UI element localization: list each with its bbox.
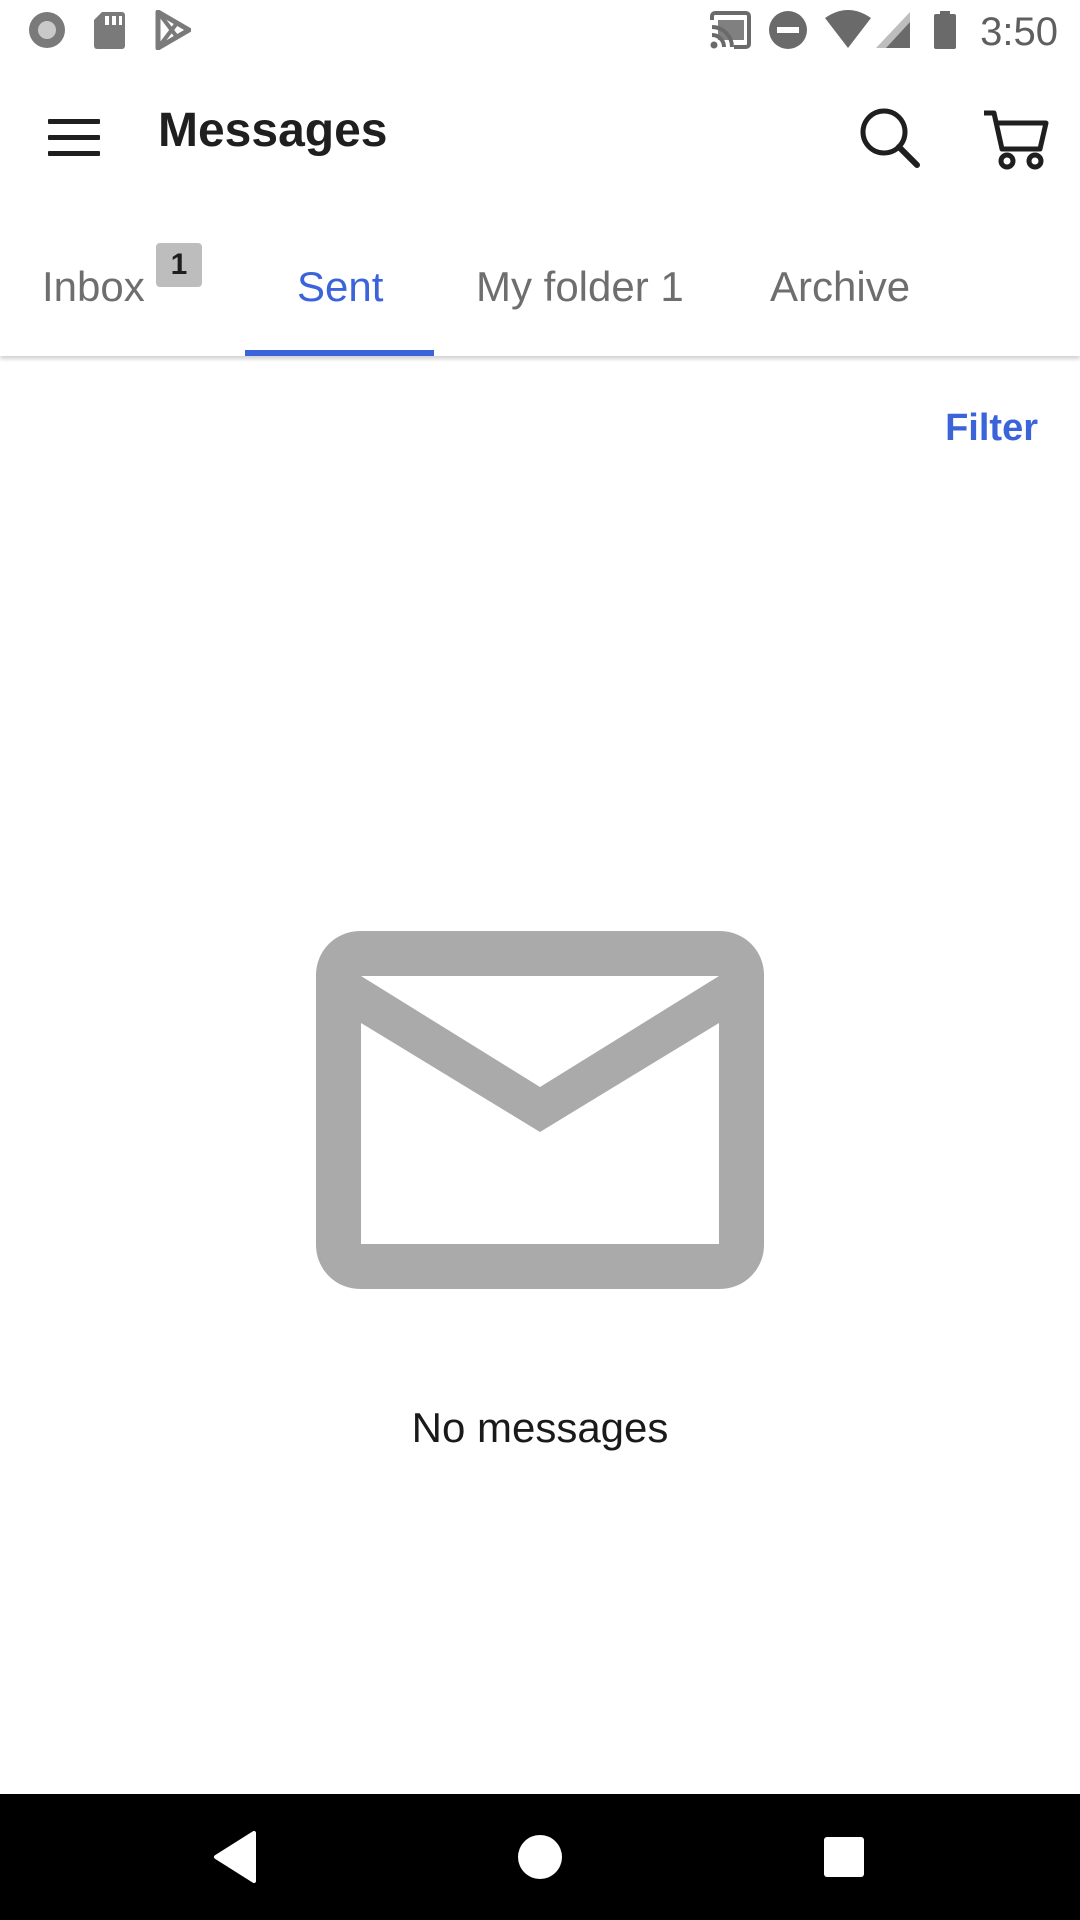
filter-button[interactable]: Filter (945, 404, 1038, 452)
tab-archive[interactable]: Archive (742, 206, 922, 356)
status-bar: 3:50 (0, 0, 1080, 63)
do-not-disturb-icon (768, 10, 808, 55)
cart-button[interactable] (980, 101, 1052, 173)
status-time: 3:50 (980, 10, 1058, 54)
tab-sent[interactable]: Sent (245, 206, 434, 356)
recents-icon (824, 1837, 864, 1877)
tab-inbox[interactable]: Inbox 1 (0, 206, 222, 356)
page-title: Messages (158, 104, 388, 157)
tab-my-folder-1[interactable]: My folder 1 (456, 206, 704, 356)
tab-archive-label: Archive (770, 263, 911, 310)
active-tab-indicator (245, 350, 434, 356)
search-icon (860, 108, 920, 168)
menu-icon (48, 119, 100, 156)
system-nav-bar (0, 1794, 1080, 1920)
wifi-icon (824, 10, 872, 55)
battery-icon (932, 10, 958, 55)
inbox-unread-badge: 1 (156, 243, 202, 287)
recents-button[interactable] (814, 1827, 874, 1887)
sd-card-icon (92, 10, 126, 55)
back-button[interactable] (206, 1827, 266, 1887)
messages-screen: 3:50 Messages Inbox 1 Sent My folder 1 A… (0, 0, 1080, 1920)
cast-icon (708, 10, 752, 55)
empty-state-text: No messages (411, 1404, 669, 1451)
folder-tabs: Inbox 1 Sent My folder 1 Archive (0, 206, 1080, 356)
record-icon (27, 10, 67, 55)
home-button[interactable] (510, 1827, 570, 1887)
search-button[interactable] (853, 101, 925, 173)
tab-sent-label: Sent (297, 263, 384, 310)
back-icon (214, 1831, 256, 1883)
cell-signal-icon (874, 10, 912, 55)
tab-my-folder-1-label: My folder 1 (476, 263, 684, 310)
cart-icon (984, 110, 1049, 170)
play-store-icon (155, 9, 192, 55)
tab-inbox-label: Inbox (42, 263, 145, 310)
home-icon (518, 1835, 562, 1879)
envelope-icon (316, 931, 764, 1289)
app-bar: Messages (0, 63, 1080, 206)
menu-button[interactable] (38, 101, 110, 173)
